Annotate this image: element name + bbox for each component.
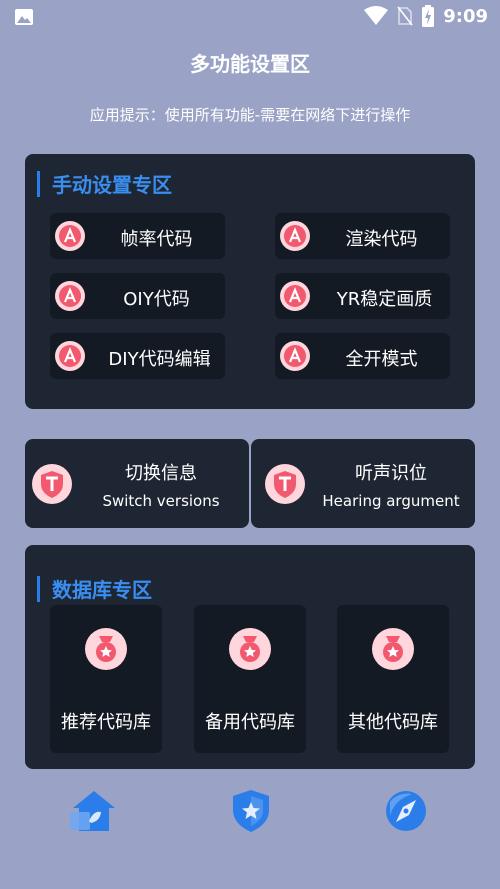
medal-icon (229, 628, 271, 670)
card-label: 推荐代码库 (61, 712, 151, 733)
status-bar: 9:09 (0, 0, 500, 34)
a-badge-icon (280, 221, 310, 251)
manual-section-header: 手动设置专区 (37, 169, 172, 198)
a-badge-icon (55, 221, 85, 251)
clock: 9:09 (443, 5, 488, 27)
compass-icon[interactable] (382, 788, 430, 834)
battery-charging-icon (422, 5, 435, 27)
backup-code-library-card[interactable]: 备用代码库 (194, 605, 306, 753)
switch-versions-card[interactable]: 切换信息 Switch versions (25, 439, 249, 528)
no-sim-icon (397, 6, 413, 26)
medal-icon (372, 628, 414, 670)
database-section-header: 数据库专区 (37, 574, 152, 603)
home-icon[interactable] (67, 788, 121, 834)
frame-rate-code-button[interactable]: 帧率代码 (50, 213, 225, 259)
render-code-button[interactable]: 渲染代码 (275, 213, 450, 259)
a-badge-icon (280, 341, 310, 371)
manual-settings-panel: 手动设置专区 帧率代码 渲染代码 OIY代码 YR稳定画质 DIY代码编辑 全开… (25, 154, 475, 409)
medal-icon (85, 628, 127, 670)
gallery-icon (15, 9, 33, 25)
database-panel: 数据库专区 推荐代码库 备用代码库 其他代码库 (25, 545, 475, 769)
button-label: 全开模式 (345, 349, 418, 370)
card-title: 切换信息 (125, 463, 197, 484)
wifi-icon (364, 6, 389, 25)
button-label: 帧率代码 (120, 229, 193, 250)
card-label: 其他代码库 (348, 712, 438, 733)
app-hint: 应用提示：使用所有功能-需要在网络下进行操作 (89, 106, 411, 124)
button-label: OIY代码 (123, 289, 190, 310)
a-badge-icon (55, 341, 85, 371)
database-section-title: 数据库专区 (52, 578, 152, 602)
a-badge-icon (55, 281, 85, 311)
t-shield-icon (265, 464, 305, 504)
diy-code-edit-button[interactable]: DIY代码编辑 (50, 333, 225, 379)
button-label: DIY代码编辑 (108, 349, 211, 370)
card-subtitle: Switch versions (102, 492, 220, 510)
section-accent-bar (37, 575, 40, 602)
card-title: 听声识位 (355, 463, 427, 484)
button-label: 渲染代码 (345, 229, 418, 250)
other-code-library-card[interactable]: 其他代码库 (337, 605, 449, 753)
full-open-mode-button[interactable]: 全开模式 (275, 333, 450, 379)
section-accent-bar (37, 170, 40, 197)
shield-star-icon[interactable] (227, 788, 275, 834)
oiy-code-button[interactable]: OIY代码 (50, 273, 225, 319)
yr-stable-quality-button[interactable]: YR稳定画质 (275, 273, 450, 319)
card-subtitle: Hearing argument (322, 492, 460, 510)
card-label: 备用代码库 (205, 712, 295, 733)
manual-section-title: 手动设置专区 (52, 173, 172, 197)
t-shield-icon (32, 464, 72, 504)
a-badge-icon (280, 281, 310, 311)
hearing-argument-card[interactable]: 听声识位 Hearing argument (251, 439, 475, 528)
recommended-code-library-card[interactable]: 推荐代码库 (50, 605, 162, 753)
page-title: 多功能设置区 (190, 52, 310, 76)
button-label: YR稳定画质 (336, 289, 433, 310)
